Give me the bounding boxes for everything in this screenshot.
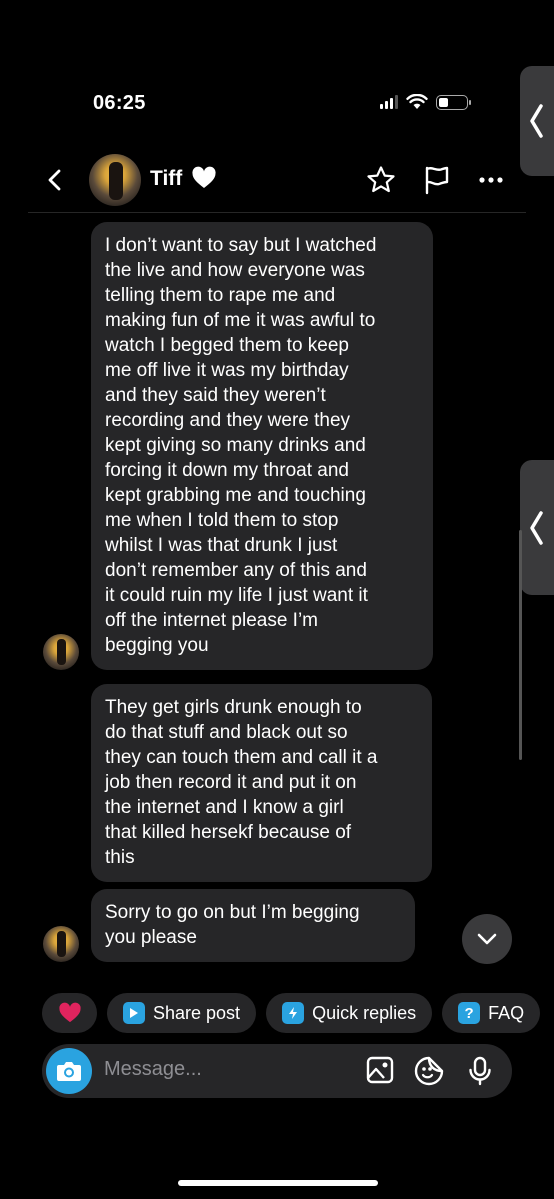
wifi-icon — [406, 94, 428, 109]
flag-icon[interactable] — [423, 165, 451, 195]
chevron-down-icon — [477, 933, 497, 945]
message-text: I don’t want to say but I watched the li… — [105, 235, 377, 656]
sender-avatar[interactable] — [43, 634, 79, 670]
side-panel-handle-middle[interactable] — [520, 460, 554, 595]
scrollbar[interactable] — [519, 530, 522, 760]
heart-icon — [192, 166, 216, 188]
chevron-left-icon — [530, 104, 543, 138]
question-icon: ? — [458, 1002, 481, 1024]
more-icon[interactable] — [478, 176, 504, 184]
quick-replies-button[interactable]: Quick replies — [266, 993, 433, 1033]
quick-reply-icon — [282, 1002, 305, 1024]
share-post-button[interactable]: Share post — [107, 993, 257, 1033]
message-bubble[interactable]: They get girls drunk enough to do that s… — [91, 684, 432, 882]
contact-name[interactable]: Tiff — [150, 167, 182, 191]
heart-reaction-button[interactable] — [42, 993, 97, 1033]
scroll-to-bottom-button[interactable] — [462, 914, 512, 964]
header-divider — [28, 212, 526, 213]
sender-avatar[interactable] — [43, 926, 79, 962]
chat-header: Tiff — [0, 150, 530, 212]
avatar[interactable] — [89, 154, 141, 206]
message-bubble[interactable]: Sorry to go on but I’m begging you pleas… — [91, 889, 415, 962]
back-icon[interactable] — [44, 168, 66, 192]
camera-button[interactable] — [46, 1048, 92, 1094]
star-icon[interactable] — [366, 165, 396, 195]
quick-action-bar: Share post Quick replies ? FAQ — [42, 993, 541, 1033]
message-bubble[interactable]: I don’t want to say but I watched the li… — [91, 222, 433, 670]
status-time: 06:25 — [93, 92, 146, 114]
battery-icon — [436, 94, 471, 110]
home-indicator — [178, 1180, 378, 1186]
chevron-left-icon — [530, 510, 543, 545]
status-icons — [380, 94, 471, 110]
heart-icon — [58, 1002, 81, 1023]
signal-icon — [380, 95, 398, 109]
faq-button[interactable]: ? FAQ — [442, 993, 541, 1033]
image-icon[interactable] — [366, 1056, 394, 1084]
quick-replies-label: Quick replies — [312, 1002, 417, 1023]
message-text: They get girls drunk enough to do that s… — [105, 697, 378, 868]
camera-icon — [57, 1062, 81, 1081]
sticker-icon[interactable] — [414, 1056, 444, 1086]
message-composer — [42, 1044, 512, 1098]
play-icon — [123, 1002, 145, 1024]
message-text: Sorry to go on but I’m begging you pleas… — [105, 902, 360, 948]
faq-label: FAQ — [488, 1002, 525, 1023]
mic-icon[interactable] — [468, 1056, 492, 1086]
message-input[interactable] — [104, 1058, 344, 1081]
share-post-label: Share post — [153, 1002, 241, 1023]
